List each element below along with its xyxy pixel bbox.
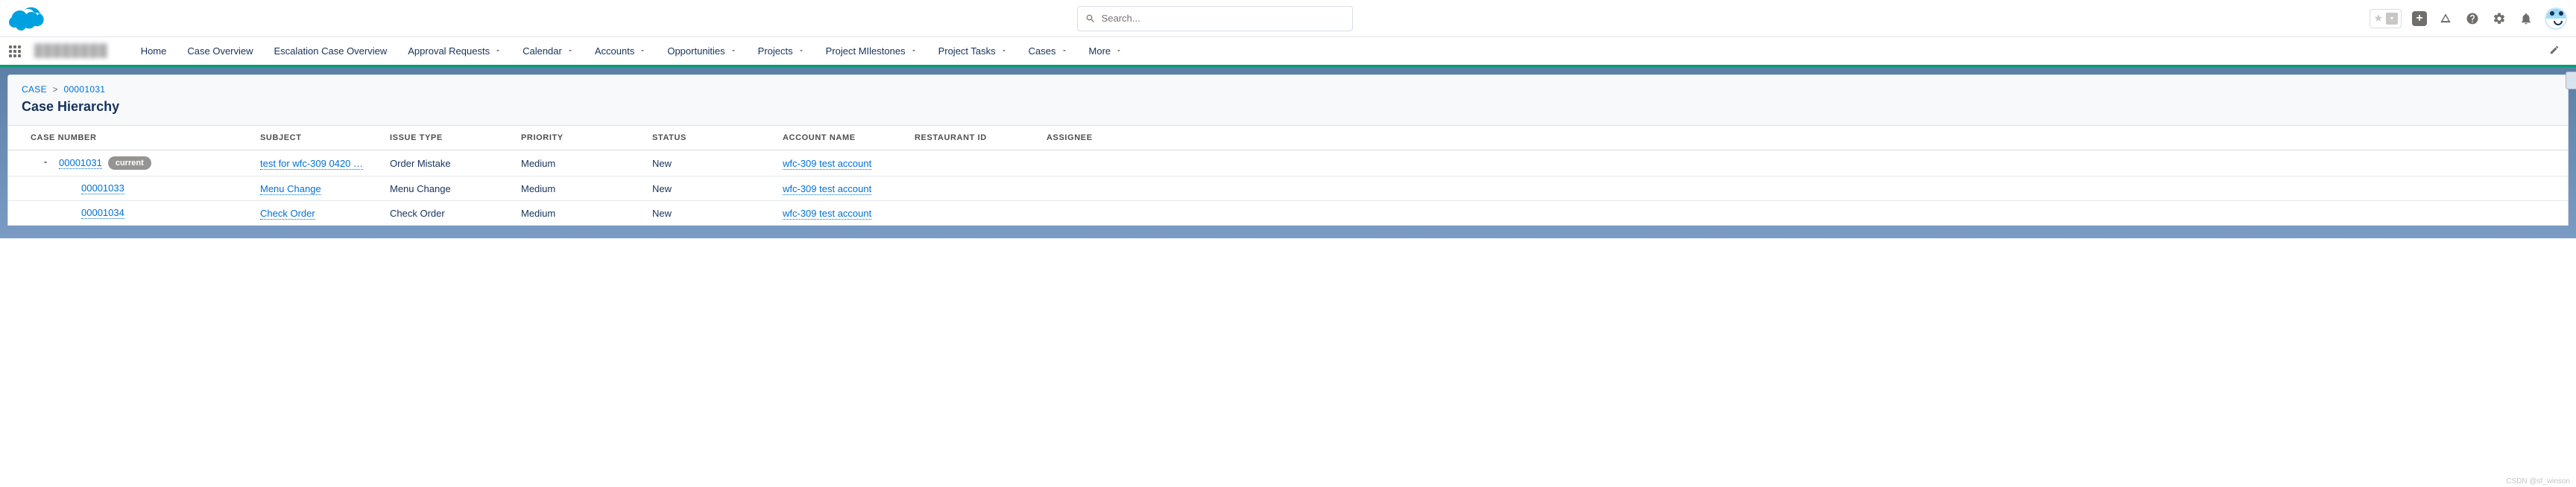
issue-type-value: Order Mistake	[390, 158, 451, 169]
nav-item-label: Project Tasks	[938, 45, 996, 57]
notifications-bell-icon[interactable]	[2518, 10, 2534, 27]
account-name-link[interactable]: wfc-309 test account	[783, 183, 871, 195]
table-row: 00001033 Menu Change Menu Change Medium New w…	[8, 176, 2568, 201]
nav-item-label: Accounts	[595, 45, 634, 57]
search-input[interactable]	[1102, 13, 1345, 24]
issue-type-value: Menu Change	[390, 183, 451, 194]
nav-item-cases[interactable]: Cases	[1018, 36, 1079, 66]
nav-item-more[interactable]: More	[1079, 36, 1134, 66]
setup-gear-icon[interactable]	[2491, 10, 2507, 27]
chevron-down-icon	[730, 45, 737, 57]
nav-item-home[interactable]: Home	[130, 36, 177, 66]
breadcrumb-current-link[interactable]: 00001031	[63, 84, 105, 95]
nav-item-label: Calendar	[523, 45, 562, 57]
nav-item-opportunities[interactable]: Opportunities	[657, 36, 747, 66]
current-badge: current	[108, 156, 151, 170]
table-row: 00001031 current test for wfc-309 0420 … Or…	[8, 150, 2568, 176]
chevron-down-icon: ▾	[2386, 13, 2398, 25]
chevron-down-icon	[1000, 45, 1008, 57]
col-account-name: ACCOUNT NAME	[783, 133, 915, 142]
header-actions: ★ ▾ +	[2370, 7, 2567, 30]
page-card: CASE > 00001031 Case Hierarchy CASE NUMB…	[7, 74, 2569, 226]
utility-bar-toggle[interactable]	[2566, 71, 2576, 89]
nav-item-label: More	[1089, 45, 1111, 57]
edit-nav-pencil-icon[interactable]	[2542, 45, 2567, 57]
priority-value: Medium	[521, 158, 555, 169]
chevron-down-icon	[1061, 45, 1068, 57]
issue-type-value: Check Order	[390, 208, 445, 219]
case-number-link[interactable]: 00001031	[59, 157, 102, 169]
global-add-button[interactable]: +	[2412, 11, 2427, 26]
app-name: ████████	[34, 45, 108, 58]
user-avatar[interactable]	[2545, 7, 2567, 30]
expand-toggle-icon[interactable]	[41, 158, 50, 169]
nav-item-projects[interactable]: Projects	[748, 36, 815, 66]
trailhead-icon[interactable]	[2437, 10, 2454, 27]
breadcrumb-sep: >	[53, 84, 58, 95]
global-header: ★ ▾ +	[0, 0, 2576, 37]
status-value: New	[652, 208, 672, 219]
watermark: CSDN @sf_winson	[2506, 477, 2570, 486]
account-name-link[interactable]: wfc-309 test account	[783, 158, 871, 170]
nav-item-approval-requests[interactable]: Approval Requests	[397, 36, 512, 66]
chevron-down-icon	[1115, 45, 1123, 57]
status-value: New	[652, 183, 672, 194]
chevron-down-icon	[639, 45, 646, 57]
nav-item-label: Approval Requests	[408, 45, 490, 57]
nav-item-project-milestones[interactable]: Project MIlestones	[815, 36, 928, 66]
page-title: Case Hierarchy	[22, 99, 2554, 115]
nav-item-label: Opportunities	[667, 45, 724, 57]
case-number-link[interactable]: 00001034	[81, 207, 124, 219]
col-priority: PRIORITY	[521, 133, 652, 142]
subject-link[interactable]: Check Order	[260, 208, 315, 220]
breadcrumb: CASE > 00001031	[22, 84, 2554, 95]
card-header: CASE > 00001031 Case Hierarchy	[8, 75, 2568, 126]
nav-item-label: Project MIlestones	[826, 45, 906, 57]
table-row: 00001034 Check Order Check Order Medium New w…	[8, 201, 2568, 226]
subject-link[interactable]: test for wfc-309 0420 …	[260, 158, 363, 170]
nav-item-label: Projects	[758, 45, 793, 57]
salesforce-logo-icon[interactable]	[9, 6, 45, 31]
global-search[interactable]	[1077, 6, 1353, 31]
table-header-row: CASE NUMBER SUBJECT ISSUE TYPE PRIORITY …	[8, 126, 2568, 150]
chevron-down-icon	[798, 45, 805, 57]
subject-link[interactable]: Menu Change	[260, 183, 321, 195]
priority-value: Medium	[521, 183, 555, 194]
star-icon: ★	[2373, 12, 2383, 25]
status-value: New	[652, 158, 672, 169]
help-icon[interactable]	[2464, 10, 2481, 27]
chevron-down-icon	[566, 45, 574, 57]
content-wrap: CASE > 00001031 Case Hierarchy CASE NUMB…	[0, 67, 2576, 238]
chevron-down-icon	[494, 45, 502, 57]
nav-item-escalation-case-overview[interactable]: Escalation Case Overview	[264, 36, 398, 66]
case-number-link[interactable]: 00001033	[81, 182, 124, 194]
context-nav-bar: ████████ Home Case Overview Escalation Cas…	[0, 37, 2576, 67]
nav-item-label: Home	[141, 45, 167, 57]
favorites-button[interactable]: ★ ▾	[2370, 9, 2402, 28]
search-icon	[1085, 13, 1096, 24]
nav-item-label: Cases	[1029, 45, 1056, 57]
col-assignee: ASSIGNEE	[1046, 133, 2568, 142]
account-name-link[interactable]: wfc-309 test account	[783, 208, 871, 220]
col-subject: SUBJECT	[260, 133, 390, 142]
nav-item-case-overview[interactable]: Case Overview	[177, 36, 263, 66]
nav-item-project-tasks[interactable]: Project Tasks	[928, 36, 1018, 66]
nav-item-label: Case Overview	[187, 45, 253, 57]
chevron-down-icon	[910, 45, 918, 57]
breadcrumb-parent-link[interactable]: CASE	[22, 84, 47, 95]
col-status: STATUS	[652, 133, 783, 142]
col-case-number: CASE NUMBER	[31, 133, 260, 142]
col-restaurant-id: RESTAURANT ID	[915, 133, 1046, 142]
hierarchy-table: CASE NUMBER SUBJECT ISSUE TYPE PRIORITY …	[8, 126, 2568, 226]
priority-value: Medium	[521, 208, 555, 219]
nav-item-accounts[interactable]: Accounts	[584, 36, 657, 66]
app-launcher-icon[interactable]	[9, 45, 21, 57]
nav-item-calendar[interactable]: Calendar	[512, 36, 584, 66]
nav-items: Home Case Overview Escalation Case Overvie…	[130, 36, 2542, 66]
col-issue-type: ISSUE TYPE	[390, 133, 521, 142]
nav-item-label: Escalation Case Overview	[274, 45, 388, 57]
